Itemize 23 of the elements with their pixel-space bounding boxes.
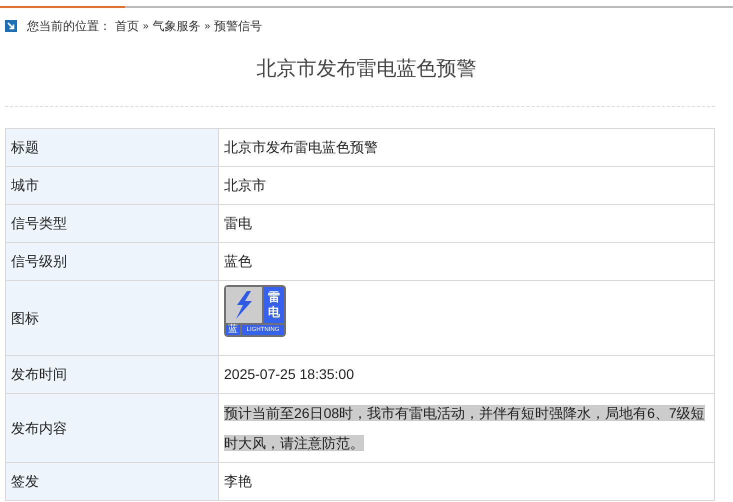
field-value: 2025-07-25 18:35:00 (224, 366, 354, 382)
breadcrumb-link[interactable]: 气象服务 (152, 17, 201, 35)
field-value: 北京市发布雷电蓝色预警 (224, 139, 378, 155)
field-value: 蓝色 (224, 253, 252, 269)
field-label: 发布内容 (11, 420, 67, 436)
breadcrumb-separator: » (143, 20, 149, 34)
breadcrumb-link[interactable]: 首页 (115, 17, 139, 35)
page-title: 北京市发布雷电蓝色预警 (256, 57, 476, 82)
field-label: 城市 (11, 177, 39, 193)
arrow-icon (5, 20, 17, 32)
breadcrumb-separator: » (204, 20, 210, 34)
field-label: 图标 (11, 310, 39, 326)
field-value: 北京市 (224, 177, 266, 193)
field-value: 李艳 (224, 473, 252, 489)
field-label: 信号类型 (11, 215, 67, 231)
field-label: 签发 (11, 473, 39, 489)
field-label: 发布时间 (11, 366, 67, 382)
breadcrumb-label: 您当前的位置： (27, 18, 111, 35)
field-label: 信号级别 (11, 253, 67, 269)
breadcrumb-link[interactable]: 预警信号 (214, 17, 262, 35)
field-value: 雷电 (224, 215, 252, 231)
field-label: 标题 (11, 139, 39, 155)
highlighted-text: 预计当前至26日08时，我市有雷电活动，并伴有短时强降水，局地有6、7级短时大风，请注意防范。 (224, 404, 706, 453)
